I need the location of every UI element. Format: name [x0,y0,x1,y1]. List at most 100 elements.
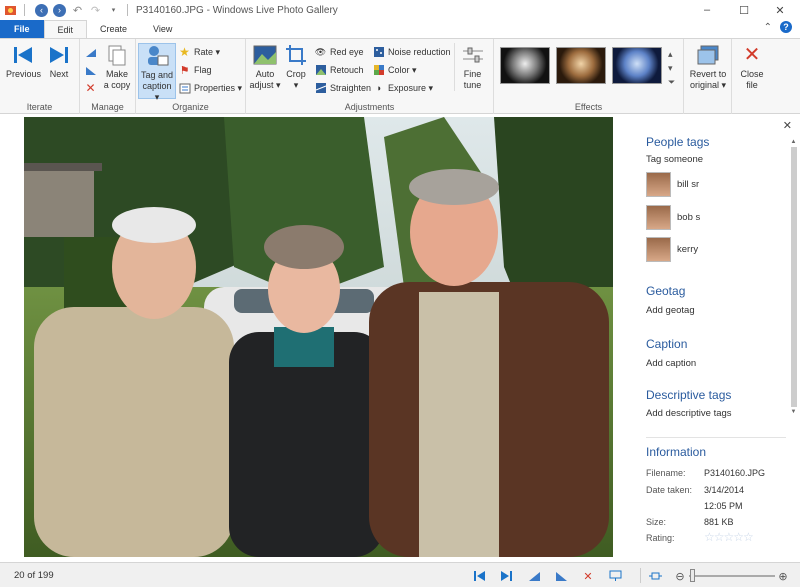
close-window-button[interactable]: ✕ [762,0,798,20]
color-label: Color ▾ [388,64,417,75]
noise-reduction-icon [372,46,385,59]
auto-adjust-button[interactable]: Auto adjust ▾ [248,43,282,91]
redo-icon[interactable]: ↷ [88,3,103,18]
size-label: Size: [646,517,667,527]
group-manage: ✕ Make a copy Manage [80,39,136,114]
person-tag-kerry[interactable]: kerry [646,237,698,262]
customize-dropdown-icon[interactable]: ▾ [106,3,121,18]
properties-icon [178,82,191,95]
rating-stars[interactable]: ☆☆☆☆☆ [704,530,754,544]
properties-button[interactable]: Properties ▾ [178,81,242,95]
help-icon[interactable]: ? [780,21,792,33]
effect-cyan-thumb[interactable] [612,47,662,84]
group-label-effects: Effects [574,102,603,112]
person-tag-bill-sr[interactable]: bill sr [646,172,699,197]
zoom-slider[interactable] [689,575,775,577]
rate-label: Rate ▾ [194,46,221,57]
group-revert: Revert to original ▾ [684,39,732,114]
delete-icon[interactable]: ✕ [581,569,595,583]
effect-black-white-thumb[interactable] [500,47,550,84]
scroll-down-icon[interactable]: ▼ [789,409,798,415]
rotate-left-icon [84,46,97,59]
close-pane-icon[interactable]: ✕ [783,119,792,132]
effects-more[interactable]: ⏷ [668,75,675,89]
pane-scrollbar[interactable]: ▲ ▼ [789,139,798,429]
straighten-button[interactable]: Straighten [314,81,371,95]
exposure-label: Exposure ▾ [388,82,434,93]
rotate-right-button[interactable] [84,63,100,77]
fine-tune-icon [461,43,485,67]
tag-caption-label-2: caption ▾ [142,81,172,102]
previous-icon[interactable] [472,569,486,583]
forward-arrow-icon[interactable]: › [52,3,67,18]
photo[interactable] [24,117,613,557]
flag-button[interactable]: ⚑ Flag [178,63,212,77]
person-tag-bob-s[interactable]: bob s [646,205,700,230]
photo-count: 20 of 199 [14,569,54,581]
tag-and-caption-button[interactable]: Tag and caption ▾ [138,43,176,102]
close-file-label-2: file [746,80,758,90]
back-arrow-icon[interactable]: ‹ [34,3,49,18]
information-header: Information [646,445,707,459]
straighten-label: Straighten [330,83,372,93]
descriptive-tags-header: Descriptive tags [646,388,732,402]
revert-to-original-button[interactable]: Revert to original ▾ [686,43,730,91]
zoom-out-icon[interactable]: ⊖ [673,569,687,583]
caption-header: Caption [646,337,688,351]
window-title: P3140160.JPG - Windows Live Photo Galler… [136,4,338,16]
zoom-slider-thumb[interactable] [690,569,695,582]
crop-button[interactable]: Crop ▾ [282,43,310,91]
tab-file[interactable]: File [0,20,44,38]
tab-create[interactable]: Create [87,20,140,38]
collapse-ribbon-icon[interactable]: ⌃ [764,22,772,33]
rate-button[interactable]: ★ Rate ▾ [178,45,220,59]
fit-to-window-icon[interactable] [648,569,662,583]
color-icon [372,64,385,77]
exposure-button[interactable]: ◑ Exposure ▾ [372,81,433,95]
scroll-thumb[interactable] [790,147,797,407]
time-taken-value: 12:05 PM [704,501,743,511]
zoom-in-icon[interactable]: ⊕ [776,569,790,583]
effect-sepia-thumb[interactable] [556,47,606,84]
minimize-button[interactable]: – [689,0,725,20]
next-icon[interactable] [499,569,513,583]
fine-tune-label-2: tune [463,80,482,90]
rotate-right-icon[interactable] [554,569,568,583]
red-eye-button[interactable]: 👁 Red eye [314,45,364,59]
color-button[interactable]: Color ▾ [372,63,417,77]
close-file-button[interactable]: ✕ Close file [734,43,770,91]
previous-button[interactable]: Previous [6,43,41,80]
noise-reduction-button[interactable]: Noise reduction [372,45,451,59]
revert-icon [696,43,720,67]
fine-tune-button[interactable]: Fine tune [454,43,490,91]
retouch-label: Retouch [330,65,364,75]
avatar [646,172,671,197]
eye-icon: 👁 [314,46,327,57]
effects-scroll-down[interactable]: ▾ [668,61,673,75]
rotate-left-icon[interactable] [527,569,541,583]
flag-icon: ⚑ [179,64,190,77]
undo-icon[interactable]: ↶ [70,3,85,18]
maximize-button[interactable]: ☐ [726,0,762,20]
photo-viewer [0,115,636,562]
next-button[interactable]: Next [42,43,76,80]
add-caption-link[interactable]: Add caption [646,358,696,369]
ribbon-tabs: File Edit Create View ⌃ ? [0,20,800,38]
tab-view[interactable]: View [140,20,185,38]
retouch-button[interactable]: Retouch [314,63,364,77]
tab-edit[interactable]: Edit [43,20,88,38]
slideshow-icon[interactable] [608,569,622,583]
auto-adjust-icon [253,43,277,67]
scroll-up-icon[interactable]: ▲ [789,139,798,145]
delete-button[interactable]: ✕ [84,81,100,95]
crop-label-2: ▾ [293,80,299,90]
make-copy-button[interactable]: Make a copy [100,43,134,91]
effects-scroll-up[interactable]: ▴ [668,47,673,61]
add-geotag-link[interactable]: Add geotag [646,305,695,316]
tag-someone-link[interactable]: Tag someone [646,154,703,165]
separator [24,4,25,16]
add-descriptive-tags-link[interactable]: Add descriptive tags [646,408,732,419]
rotate-left-button[interactable] [84,45,100,59]
retouch-icon [314,64,327,77]
group-iterate: Previous Next Iterate [0,39,80,114]
